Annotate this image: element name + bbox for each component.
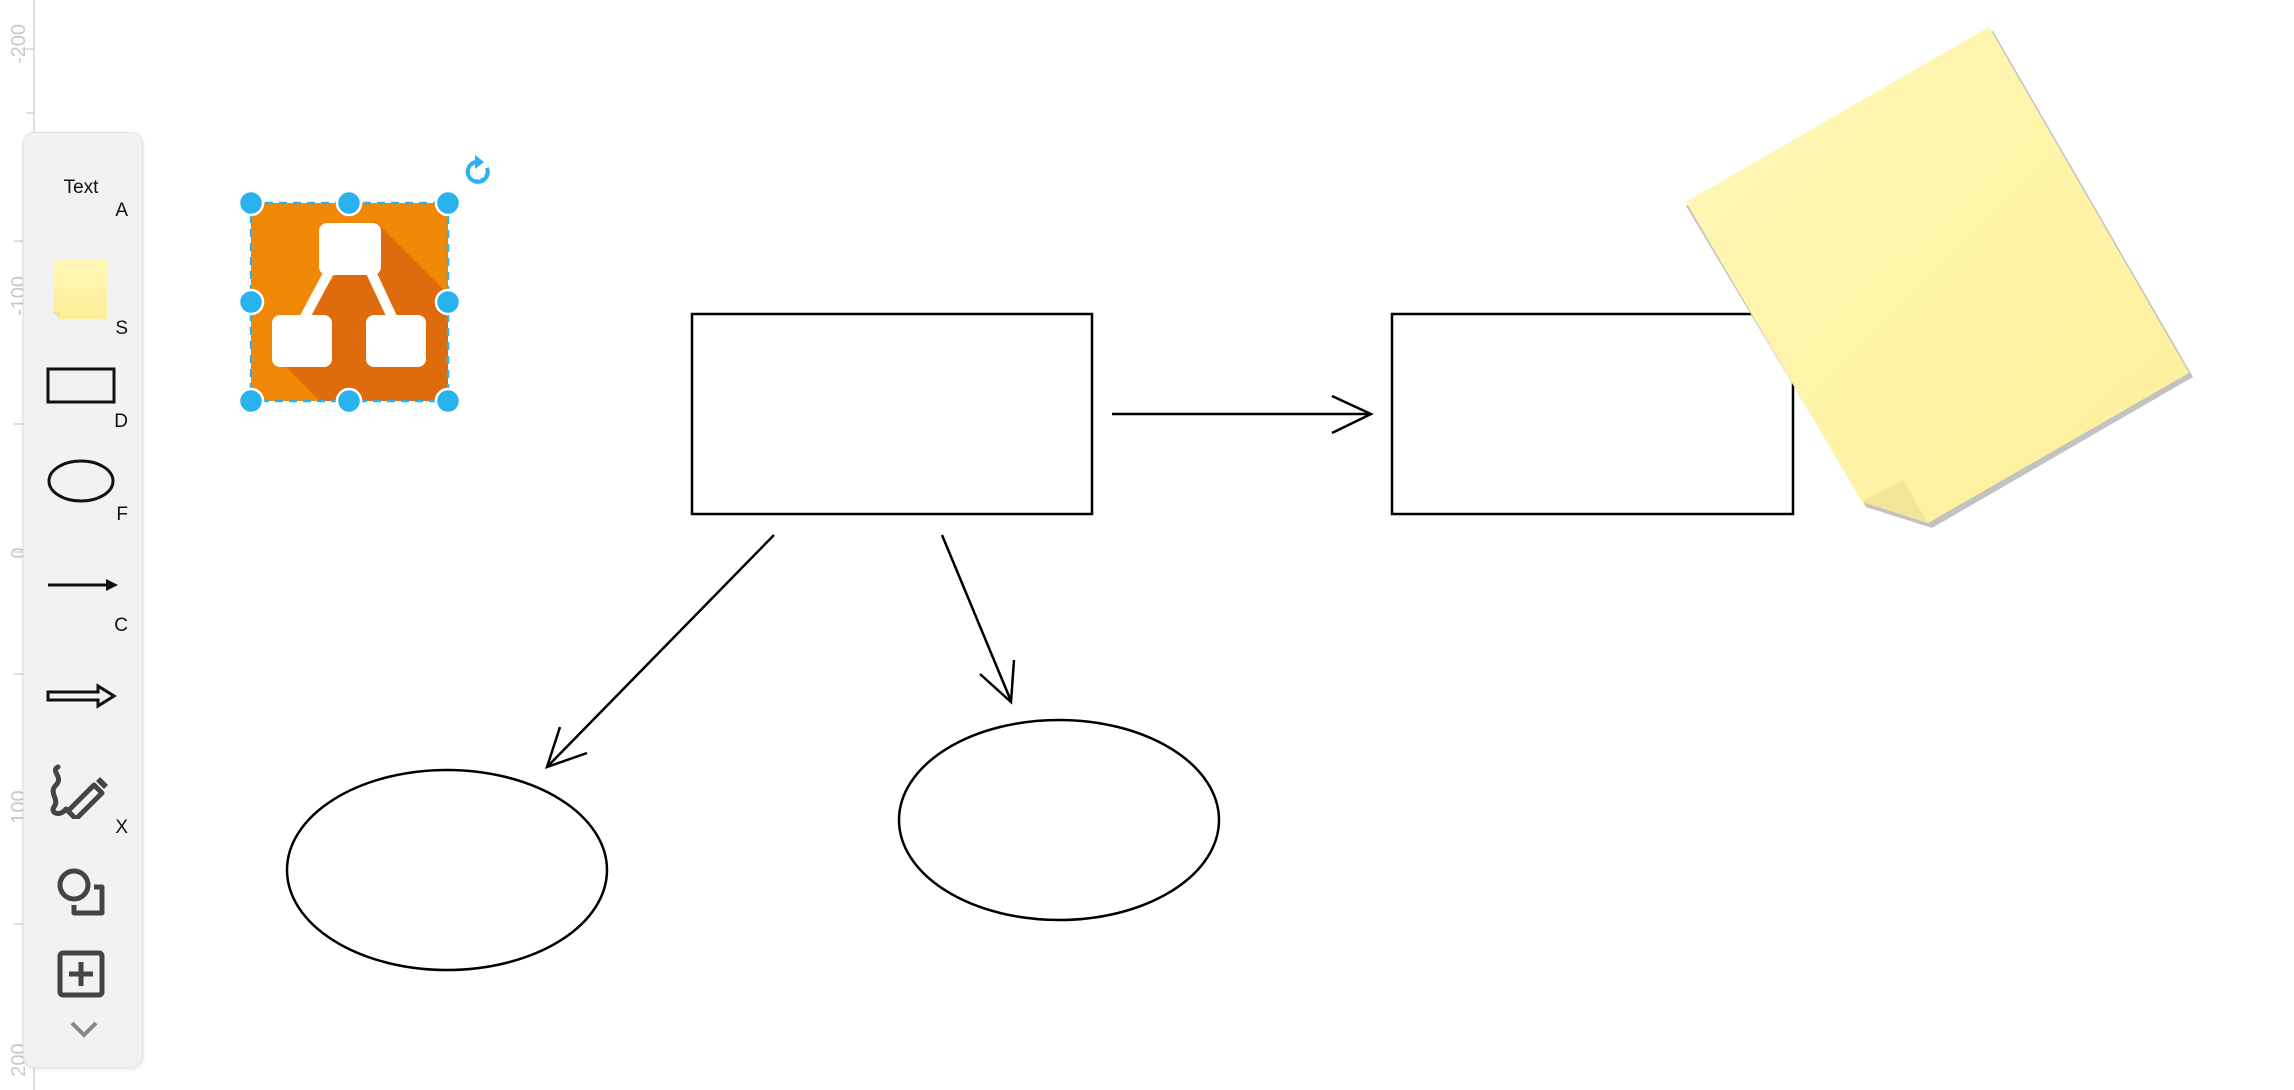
chevron-down-icon xyxy=(70,1021,98,1038)
shortcut-label: X xyxy=(115,817,128,838)
toolbar-item-ellipse[interactable]: F xyxy=(24,448,144,543)
toolbar-item-rectangle[interactable]: D xyxy=(24,353,144,438)
toolbar-item-freehand[interactable]: X xyxy=(24,753,144,848)
toolbar-item-shapes[interactable] xyxy=(24,853,144,933)
rotate-icon[interactable] xyxy=(465,155,490,184)
shortcut-label: D xyxy=(114,411,128,432)
shapes-toolbar: Text A S D F C X xyxy=(23,132,143,1068)
drawio-logo-image[interactable] xyxy=(251,203,448,401)
text-icon: Text xyxy=(63,177,99,198)
freehand-pencil-icon xyxy=(50,764,108,819)
diagram-canvas[interactable]: -200 -100 0 100 200 xyxy=(0,0,2294,1090)
resize-handle-se[interactable] xyxy=(434,387,462,415)
toolbar-item-connector[interactable] xyxy=(24,663,144,743)
rectangle-shape-1[interactable] xyxy=(690,312,1094,516)
shortcut-label: C xyxy=(114,615,128,636)
resize-handle-s[interactable] xyxy=(335,387,363,415)
block-arrow-icon xyxy=(46,683,117,709)
resize-handle-w[interactable] xyxy=(237,288,265,316)
toolbar-item-text[interactable]: Text A xyxy=(24,163,144,233)
toolbar-item-more[interactable] xyxy=(24,1011,144,1061)
plus-square-icon xyxy=(57,950,105,998)
ellipse-icon xyxy=(47,459,115,503)
rectangle-icon xyxy=(46,367,116,404)
shapes-icon xyxy=(57,868,105,916)
resize-handle-n[interactable] xyxy=(335,189,363,217)
line-arrow-icon xyxy=(48,579,118,591)
ruler-label: -200 xyxy=(8,24,30,64)
sticky-note-icon xyxy=(53,259,107,319)
resize-handle-ne[interactable] xyxy=(434,189,462,217)
connector-rect1-to-ellipse2[interactable] xyxy=(940,534,1016,705)
shortcut-label: A xyxy=(115,200,128,221)
connector-rect1-to-ellipse1[interactable] xyxy=(545,534,775,770)
shortcut-label: F xyxy=(116,504,128,525)
ellipse-shape-2[interactable] xyxy=(897,718,1221,922)
resize-handle-e[interactable] xyxy=(434,288,462,316)
resize-handle-sw[interactable] xyxy=(237,387,265,415)
shortcut-label: S xyxy=(115,318,128,339)
resize-handle-nw[interactable] xyxy=(237,189,265,217)
toolbar-item-insert[interactable] xyxy=(24,943,144,1013)
connector-rect1-to-rect2[interactable] xyxy=(1112,394,1374,435)
rectangle-shape-2[interactable] xyxy=(1390,312,1795,516)
toolbar-item-note[interactable]: S xyxy=(24,248,144,339)
toolbar-item-line[interactable]: C xyxy=(24,553,144,648)
ellipse-shape-1[interactable] xyxy=(285,768,609,972)
